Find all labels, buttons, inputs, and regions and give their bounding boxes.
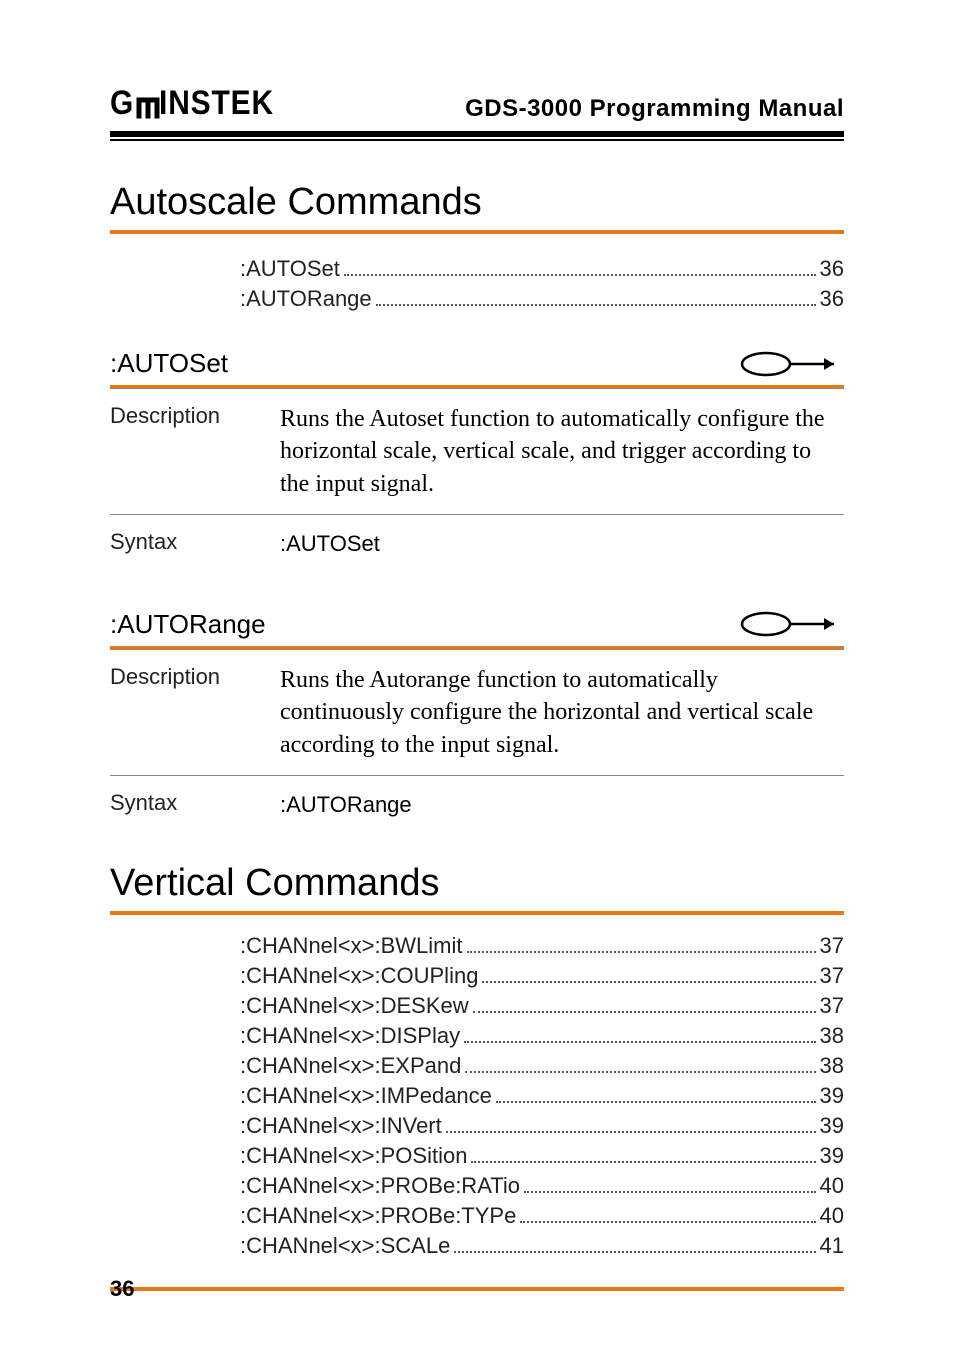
toc-row: :CHANnel<x>:PROBe:RATio 40 bbox=[240, 1173, 844, 1199]
toc-cmd: :CHANnel<x>:DESKew bbox=[240, 993, 469, 1019]
toc-row: :CHANnel<x>:DESKew 37 bbox=[240, 993, 844, 1019]
toc-page: 37 bbox=[820, 963, 844, 989]
toc-cmd: :CHANnel<x>:POSition bbox=[240, 1143, 467, 1169]
section-rule bbox=[110, 230, 844, 234]
toc-leaders bbox=[496, 1083, 816, 1103]
toc-page: 38 bbox=[820, 1023, 844, 1049]
toc-leaders bbox=[482, 963, 815, 983]
toc-page: 39 bbox=[820, 1143, 844, 1169]
toc-page: 40 bbox=[820, 1203, 844, 1229]
toc-cmd: :CHANnel<x>:COUPling bbox=[240, 963, 478, 989]
toc-cmd: :CHANnel<x>:DISPlay bbox=[240, 1023, 460, 1049]
toc-cmd: :CHANnel<x>:EXPand bbox=[240, 1053, 461, 1079]
toc-row: :CHANnel<x>:COUPling 37 bbox=[240, 963, 844, 989]
toc-cmd: :CHANnel<x>:BWLimit bbox=[240, 933, 463, 959]
toc-cmd: :CHANnel<x>:SCALe bbox=[240, 1233, 450, 1259]
toc-cmd: :AUTORange bbox=[240, 286, 372, 312]
manual-title: GDS-3000 Programming Manual bbox=[465, 95, 844, 123]
cmd-name: :AUTOSet bbox=[110, 348, 228, 379]
section-title-autoscale: Autoscale Commands bbox=[110, 181, 844, 224]
toc-leaders bbox=[520, 1203, 815, 1223]
section-rule bbox=[110, 911, 844, 915]
autoscale-toc: :AUTOSet 36 :AUTORange 36 bbox=[240, 256, 844, 312]
brand-text-left: G bbox=[110, 84, 134, 123]
toc-row: :CHANnel<x>:DISPlay 38 bbox=[240, 1023, 844, 1049]
toc-row: :CHANnel<x>:POSition 39 bbox=[240, 1143, 844, 1169]
row-body: Runs the Autorange function to automatic… bbox=[280, 664, 844, 761]
toc-cmd: :CHANnel<x>:IMPedance bbox=[240, 1083, 492, 1109]
toc-cmd: :AUTOSet bbox=[240, 256, 340, 282]
toc-row: :CHANnel<x>:IMPedance 39 bbox=[240, 1083, 844, 1109]
row-label: Description bbox=[110, 664, 280, 761]
brand-text-right: INSTEK bbox=[159, 84, 274, 123]
toc-leaders bbox=[473, 993, 816, 1013]
row-body: :AUTOSet bbox=[280, 529, 844, 559]
toc-row: :AUTOSet 36 bbox=[240, 256, 844, 282]
toc-page: 36 bbox=[820, 286, 844, 312]
toc-page: 41 bbox=[820, 1233, 844, 1259]
toc-leaders bbox=[524, 1173, 816, 1193]
toc-row: :CHANnel<x>:EXPand 38 bbox=[240, 1053, 844, 1079]
toc-leaders bbox=[454, 1233, 815, 1253]
footer-rule bbox=[110, 1287, 844, 1291]
toc-leaders bbox=[376, 286, 816, 306]
toc-page: 40 bbox=[820, 1173, 844, 1199]
toc-row: :CHANnel<x>:PROBe:TYPe 40 bbox=[240, 1203, 844, 1229]
toc-cmd: :CHANnel<x>:PROBe:TYPe bbox=[240, 1203, 516, 1229]
brand-glyph-icon bbox=[135, 92, 161, 120]
header-rule-thin bbox=[110, 139, 844, 141]
cmd-block-autorange: :AUTORange Description Runs the Autorang… bbox=[110, 609, 844, 834]
toc-cmd: :CHANnel<x>:INVert bbox=[240, 1113, 442, 1139]
toc-row: :CHANnel<x>:SCALe 41 bbox=[240, 1233, 844, 1259]
section-title-vertical: Vertical Commands bbox=[110, 862, 844, 905]
toc-leaders bbox=[446, 1113, 816, 1133]
toc-page: 37 bbox=[820, 993, 844, 1019]
toc-page: 39 bbox=[820, 1083, 844, 1109]
row-label: Syntax bbox=[110, 790, 280, 820]
toc-leaders bbox=[344, 256, 816, 276]
row-description: Description Runs the Autorange function … bbox=[110, 649, 844, 775]
row-description: Description Runs the Autoset function to… bbox=[110, 388, 844, 514]
row-syntax: Syntax :AUTOSet bbox=[110, 514, 844, 573]
toc-page: 37 bbox=[820, 933, 844, 959]
toc-leaders bbox=[465, 1053, 815, 1073]
row-label: Syntax bbox=[110, 529, 280, 559]
toc-page: 38 bbox=[820, 1053, 844, 1079]
row-syntax: Syntax :AUTORange bbox=[110, 775, 844, 834]
toc-leaders bbox=[467, 933, 816, 953]
vertical-toc: :CHANnel<x>:BWLimit 37 :CHANnel<x>:COUPli… bbox=[240, 933, 844, 1259]
set-arrow-icon bbox=[740, 610, 844, 638]
cmd-block-autoset: :AUTOSet Description Runs the Autoset fu… bbox=[110, 348, 844, 573]
row-body: :AUTORange bbox=[280, 790, 844, 820]
toc-row: :CHANnel<x>:BWLimit 37 bbox=[240, 933, 844, 959]
header-rule-thick bbox=[110, 131, 844, 137]
row-body: Runs the Autoset function to automatical… bbox=[280, 403, 844, 500]
brand-logo: G INSTEK bbox=[110, 84, 290, 123]
set-arrow-icon bbox=[740, 350, 844, 378]
page-number: 36 bbox=[110, 1276, 134, 1302]
toc-row: :AUTORange 36 bbox=[240, 286, 844, 312]
row-label: Description bbox=[110, 403, 280, 500]
toc-page: 36 bbox=[820, 256, 844, 282]
cmd-name: :AUTORange bbox=[110, 609, 266, 640]
toc-cmd: :CHANnel<x>:PROBe:RATio bbox=[240, 1173, 520, 1199]
toc-page: 39 bbox=[820, 1113, 844, 1139]
toc-row: :CHANnel<x>:INVert 39 bbox=[240, 1113, 844, 1139]
toc-leaders bbox=[464, 1023, 815, 1043]
toc-leaders bbox=[471, 1143, 815, 1163]
